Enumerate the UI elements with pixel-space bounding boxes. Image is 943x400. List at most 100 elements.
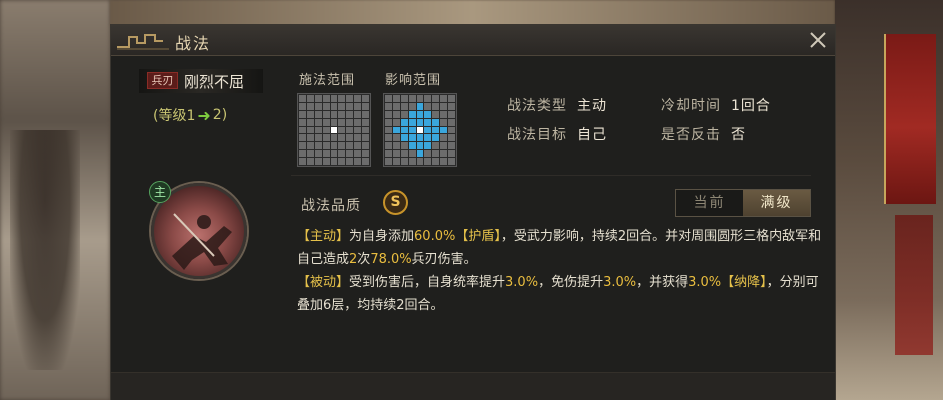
grid-cell: [440, 134, 448, 142]
grid-cell: [416, 102, 424, 110]
grid-cell: [322, 134, 330, 142]
grid-cell: [299, 150, 306, 158]
grid-cell: [314, 118, 322, 126]
grid-cell: [448, 134, 455, 142]
grid-cell: [400, 142, 408, 150]
desc-number: 3.0%: [505, 275, 539, 290]
grid-cell: [314, 150, 322, 158]
grid-cell: [385, 102, 392, 110]
background-red-banner: [884, 34, 936, 204]
grid-cell: [322, 142, 330, 150]
grid-cell: [400, 150, 408, 158]
grid-cell: [354, 118, 362, 126]
grid-cell: [408, 110, 416, 118]
grid-cell: [408, 150, 416, 158]
grid-cell: [432, 158, 440, 165]
desc-tag-passive: 【被动】: [297, 275, 350, 290]
level-upgrade-line: (等级1 ➜ 2): [153, 105, 253, 125]
skill-target-value: 自己: [577, 127, 607, 143]
counter-attr: 是否反击否: [661, 124, 746, 144]
cast-range-grid: [297, 93, 371, 167]
grid-cell: [306, 118, 314, 126]
grid-cell: [416, 134, 424, 142]
grid-cell: [346, 126, 354, 134]
skill-type-key: 战法类型: [507, 98, 567, 114]
grid-cell: [314, 158, 322, 165]
grid-cell: [400, 102, 408, 110]
skill-description: 【主动】为自身添加60.0%【护盾】，受武力影响，持续2回合。并对周围圆形三格内…: [297, 225, 825, 317]
grid-cell: [322, 110, 330, 118]
grid-cell: [448, 118, 455, 126]
grid-cell: [416, 150, 424, 158]
grid-cell: [424, 142, 432, 150]
grid-cell: [392, 126, 400, 134]
grid-cell: [362, 126, 369, 134]
cooldown-key: 冷却时间: [661, 98, 721, 114]
grid-cell: [338, 142, 346, 150]
grid-cell: [346, 95, 354, 102]
grid-cell: [354, 158, 362, 165]
grid-cell: [338, 126, 346, 134]
grid-cell: [440, 142, 448, 150]
grid-cell: [330, 126, 338, 134]
grid-cell: [432, 110, 440, 118]
grid-cell: [440, 158, 448, 165]
cloud-ornament-icon: [117, 34, 169, 50]
desc-number: 3.0%: [603, 275, 637, 290]
grid-cell: [354, 150, 362, 158]
grid-cell: [432, 95, 440, 102]
grid-cell: [299, 118, 306, 126]
grid-cell: [392, 150, 400, 158]
close-button[interactable]: [805, 27, 831, 53]
grid-cell: [346, 150, 354, 158]
grid-cell: [330, 118, 338, 126]
grid-cell: [299, 126, 306, 134]
grid-cell: [408, 126, 416, 134]
grid-cell: [322, 158, 330, 165]
grid-cell: [408, 158, 416, 165]
grid-cell: [330, 142, 338, 150]
grid-cell: [440, 126, 448, 134]
grid-cell: [432, 102, 440, 110]
tab-max-level[interactable]: 满级: [743, 190, 810, 216]
grid-cell: [362, 150, 369, 158]
grid-cell: [299, 134, 306, 142]
close-icon: [810, 32, 826, 48]
desc-text: ，并获得: [636, 275, 689, 290]
level-view-toggle: 当前 满级: [675, 189, 811, 217]
grid-cell: [385, 110, 392, 118]
tab-current-level[interactable]: 当前: [676, 190, 743, 216]
skill-name: 刚烈不屈: [184, 73, 245, 91]
grid-cell: [330, 110, 338, 118]
general-portrait[interactable]: 主: [149, 181, 247, 279]
cooldown-attr: 冷却时间 1回合: [661, 95, 771, 115]
grid-cell: [338, 134, 346, 142]
effect-range-grid: [383, 93, 457, 167]
grid-cell: [385, 95, 392, 102]
grid-cell: [424, 134, 432, 142]
desc-text: 为自身添加: [349, 229, 415, 244]
counter-key: 是否反击: [661, 127, 721, 143]
grid-cell: [299, 102, 306, 110]
grid-cell: [424, 95, 432, 102]
skill-detail-dialog: 战法 兵刃 刚烈不屈 (等级1 ➜ 2) 主 施法范围 影响范围 战法类型主动: [110, 24, 836, 400]
grid-cell: [392, 102, 400, 110]
grid-cell: [354, 95, 362, 102]
grid-cell: [362, 110, 369, 118]
grid-cell: [448, 142, 455, 150]
grid-cell: [432, 142, 440, 150]
grid-cell: [448, 126, 455, 134]
grid-cell: [314, 102, 322, 110]
grid-cell: [346, 142, 354, 150]
grid-cell: [322, 102, 330, 110]
cooldown-value: 1回合: [731, 98, 771, 114]
grid-cell: [416, 126, 424, 134]
grid-cell: [306, 158, 314, 165]
dialog-title: 战法: [175, 34, 212, 53]
grid-cell: [400, 110, 408, 118]
grid-cell: [416, 142, 424, 150]
grid-cell: [392, 110, 400, 118]
desc-number: 78.0%: [370, 252, 412, 267]
grid-cell: [299, 110, 306, 118]
grid-cell: [416, 158, 424, 165]
